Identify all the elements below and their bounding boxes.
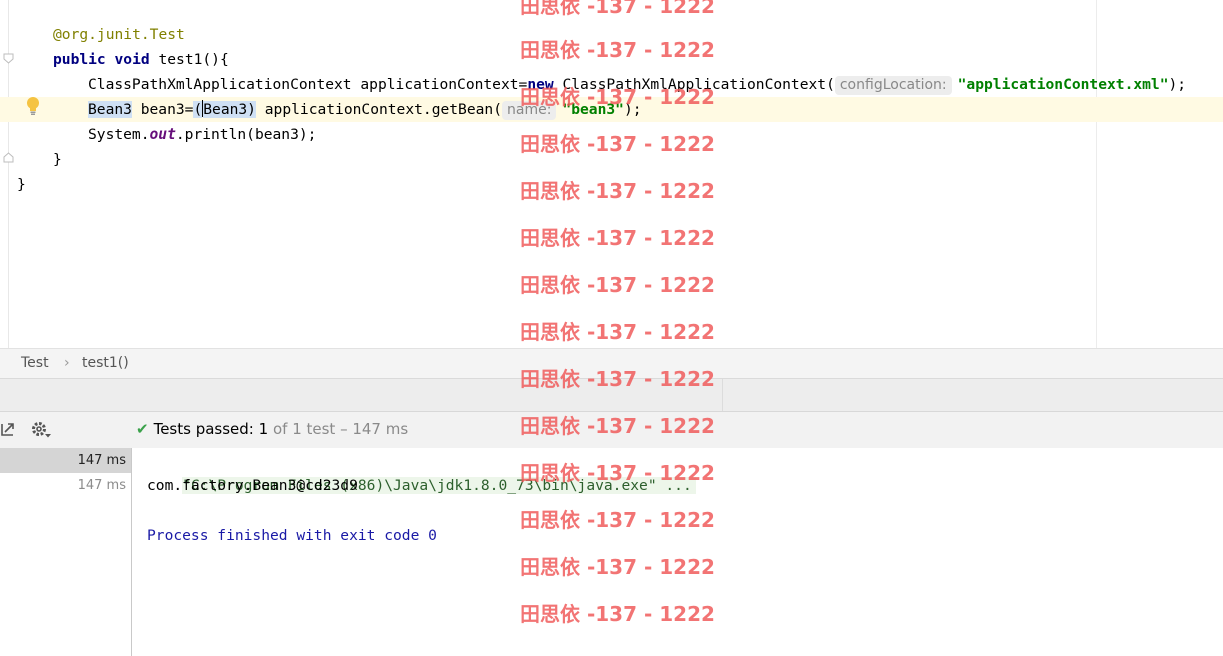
gear-icon[interactable] <box>30 420 52 440</box>
watermark-text: 田思依 -137 - 1222 <box>520 602 715 626</box>
method-call: applicationContext.getBean( <box>264 101 502 118</box>
method-declaration: test1(){ <box>158 51 229 68</box>
breadcrumb-method[interactable]: test1() <box>82 355 129 371</box>
test-tree-row[interactable]: 147 ms <box>0 473 131 498</box>
test-status: ✔ Tests passed: 1 of 1 test – 147 ms <box>136 420 408 438</box>
watermark-text: 田思依 -137 - 1222 <box>520 132 715 156</box>
lightbulb-icon[interactable] <box>25 96 41 116</box>
watermark-text: 田思依 -137 - 1222 <box>520 367 715 391</box>
watermark-text: 田思依 -137 - 1222 <box>520 38 715 62</box>
watermark-text: 田思依 -137 - 1222 <box>520 226 715 250</box>
watermark-text: 田思依 -137 - 1222 <box>520 461 715 485</box>
watermark-text: 田思依 -137 - 1222 <box>520 508 715 532</box>
annotation-class: Test <box>149 26 185 43</box>
variable-assignment: bean3= <box>140 101 194 118</box>
breadcrumb-separator: › <box>64 355 70 371</box>
console-exit-message: Process finished with exit code 0 <box>147 527 437 544</box>
test-duration: 147 ms <box>77 478 126 493</box>
status-count: 1 <box>258 420 269 438</box>
watermark-text: 田思依 -137 - 1222 <box>520 320 715 344</box>
object-ref: System. <box>88 126 150 143</box>
breadcrumb-class[interactable]: Test <box>21 355 49 371</box>
parameter-hint: configLocation: <box>834 76 952 95</box>
closing-brace: } <box>17 176 26 193</box>
status-detail: of 1 test – 147 ms <box>272 420 409 438</box>
statement-end: ); <box>1168 76 1187 93</box>
closing-brace: } <box>53 151 62 168</box>
watermark-text: 田思依 -137 - 1222 <box>520 414 715 438</box>
watermark-text: 田思依 -137 - 1222 <box>520 0 715 18</box>
cast-type: Bean3) <box>203 101 256 118</box>
static-field: out <box>149 126 176 143</box>
watermark-text: 田思依 -137 - 1222 <box>520 85 715 109</box>
watermark-text: 田思依 -137 - 1222 <box>520 179 715 203</box>
watermark-text: 田思依 -137 - 1222 <box>520 273 715 297</box>
test-duration: 147 ms <box>77 453 126 468</box>
test-tree-row-root[interactable]: 147 ms <box>0 448 131 473</box>
method-call: .println(bean3); <box>175 126 317 143</box>
watermark-text: 田思依 -137 - 1222 <box>520 555 715 579</box>
console-stdout: com.factory.Bean3@cd23d9 <box>147 477 358 494</box>
cast-open-paren: ( <box>193 101 203 118</box>
keyword-public: public <box>53 51 106 68</box>
string-literal: "applicationContext.xml" <box>957 76 1169 93</box>
type-name: ClassPathXmlApplicationContext <box>88 76 352 93</box>
annotation-text: @org.junit. <box>53 26 150 43</box>
panel-divider[interactable] <box>722 379 723 412</box>
test-tree: 147 ms 147 ms <box>0 448 132 656</box>
keyword-void: void <box>114 51 150 68</box>
variable-assignment: applicationContext= <box>360 76 528 93</box>
check-icon: ✔ <box>136 420 149 438</box>
type-name: Bean3 <box>88 101 132 118</box>
export-icon[interactable] <box>0 421 16 437</box>
status-label: Tests passed: <box>153 420 254 438</box>
